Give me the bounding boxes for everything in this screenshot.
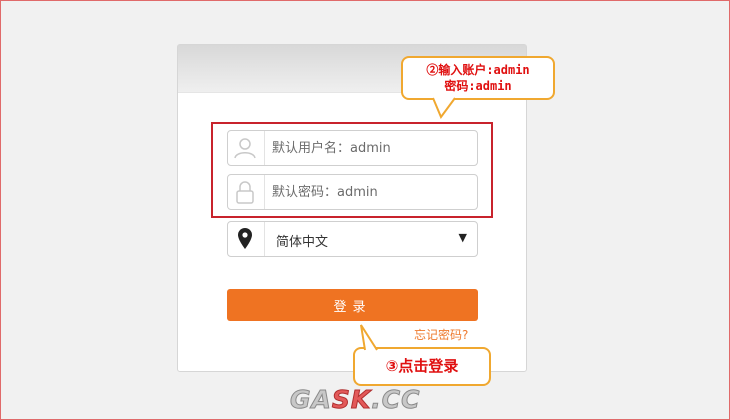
callout-step2-line2: 密码:admin	[444, 79, 512, 93]
watermark-part2: SK	[331, 385, 372, 415]
callout-step2-line1: ②输入账户:admin	[426, 63, 530, 77]
forgot-password-link[interactable]: 忘记密码?	[414, 326, 468, 343]
callout-step2: ②输入账户:admin 密码:admin	[401, 56, 555, 100]
language-value: 简体中文	[276, 235, 329, 250]
watermark-part3: .CC	[371, 385, 421, 415]
caret-down-icon: ▼	[458, 231, 467, 244]
location-pin-icon	[228, 222, 265, 256]
credentials-highlight-box	[211, 122, 493, 218]
callout-step3-tail	[360, 324, 378, 351]
callout-step2-tail	[432, 97, 456, 119]
site-watermark: GASK.CC	[290, 385, 421, 415]
language-select[interactable]: 简体中文 ▼	[227, 221, 478, 257]
watermark-part1: GA	[290, 385, 332, 415]
callout-step3: ③点击登录	[353, 347, 491, 386]
login-button[interactable]: 登录	[227, 289, 478, 321]
